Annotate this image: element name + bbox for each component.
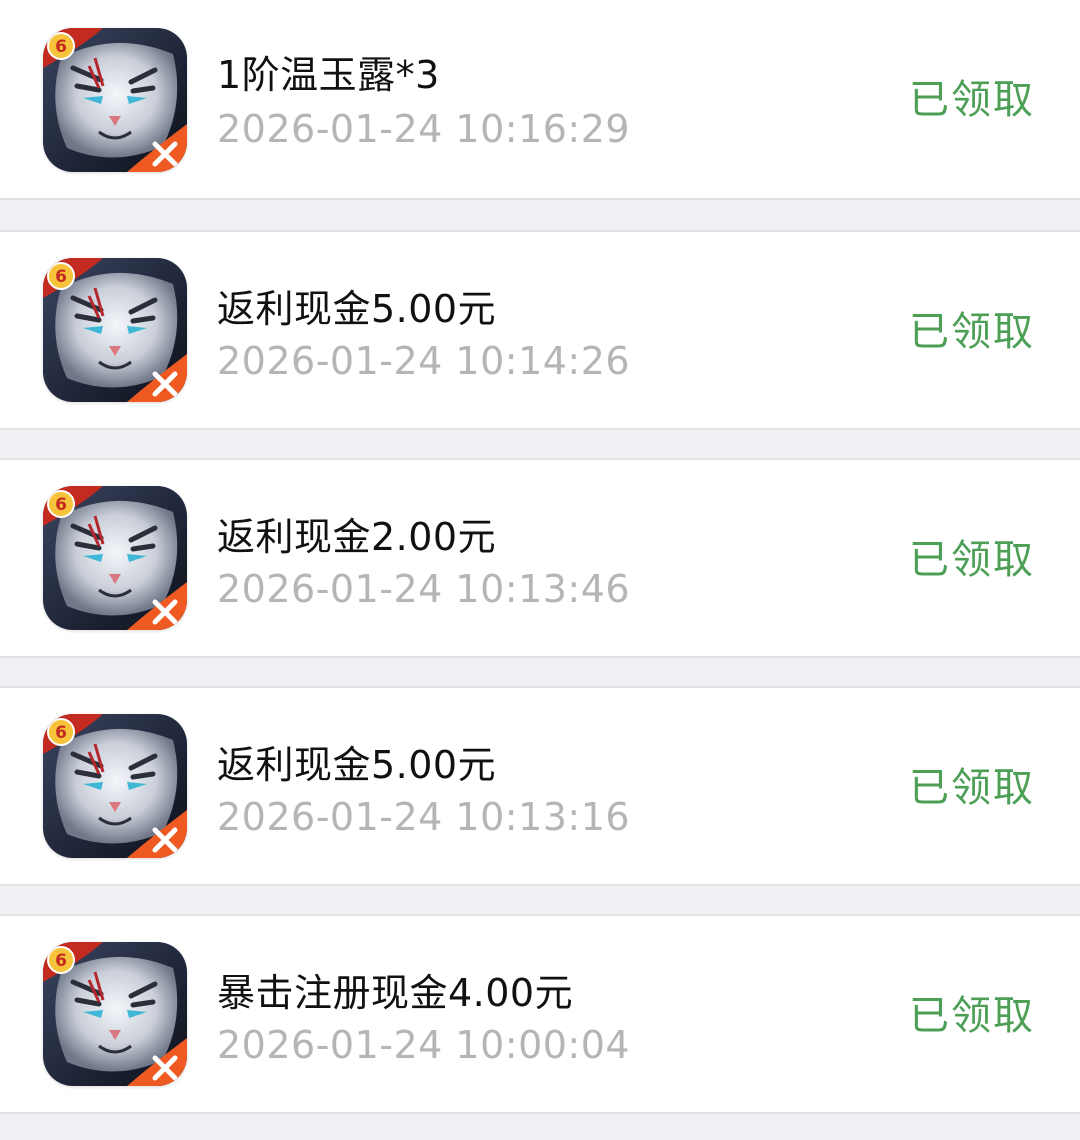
record-title: 暴击注册现金4.00元	[217, 971, 574, 1015]
record-title: 1阶温玉露*3	[217, 53, 440, 97]
record-timestamp: 2026-01-24 10:13:16	[217, 795, 631, 839]
list-item[interactable]: 6 返利现金5.00元 2026-01-24 10:14:26 已领取	[0, 230, 1080, 430]
claimed-status: 已领取	[909, 537, 1035, 583]
record-timestamp: 2026-01-24 10:13:46	[217, 567, 631, 611]
record-title: 返利现金5.00元	[217, 743, 497, 787]
record-timestamp: 2026-01-24 10:16:29	[217, 107, 631, 151]
svg-text:6: 6	[55, 951, 67, 971]
claimed-status: 已领取	[909, 77, 1035, 123]
white-tiger-game-icon: 6	[43, 714, 187, 858]
claimed-status: 已领取	[909, 765, 1035, 811]
svg-text:6: 6	[55, 495, 67, 515]
list-item[interactable]: 6 暴击注册现金4.00元 2026-01-24 10:00:04 已领取	[0, 914, 1080, 1114]
white-tiger-game-icon: 6	[43, 28, 187, 172]
white-tiger-game-icon: 6	[43, 942, 187, 1086]
list-item[interactable]: 6 返利现金5.00元 2026-01-24 10:13:16 已领取	[0, 686, 1080, 886]
svg-text:6: 6	[55, 267, 67, 287]
record-title: 返利现金5.00元	[217, 287, 497, 331]
white-tiger-game-icon: 6	[43, 258, 187, 402]
svg-text:6: 6	[55, 37, 67, 57]
reward-record-list: 6 1阶温玉露*3 2026-01-24 10:16:29 已领取 6 返利现金…	[0, 0, 1080, 1140]
list-item[interactable]: 6 1阶温玉露*3 2026-01-24 10:16:29 已领取	[0, 0, 1080, 200]
record-title: 返利现金2.00元	[217, 515, 497, 559]
claimed-status: 已领取	[909, 309, 1035, 355]
record-timestamp: 2026-01-24 10:00:04	[217, 1023, 631, 1067]
claimed-status: 已领取	[909, 993, 1035, 1039]
white-tiger-game-icon: 6	[43, 486, 187, 630]
list-item[interactable]: 6 返利现金2.00元 2026-01-24 10:13:46 已领取	[0, 458, 1080, 658]
svg-text:6: 6	[55, 723, 67, 743]
record-timestamp: 2026-01-24 10:14:26	[217, 339, 631, 383]
